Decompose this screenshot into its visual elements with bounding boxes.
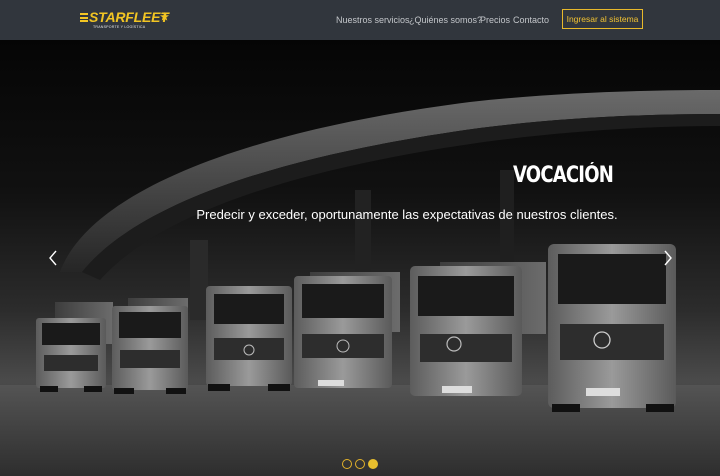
carousel-dot-2[interactable] — [355, 459, 365, 469]
nav-link-contacto[interactable]: Contacto — [513, 14, 549, 26]
slide-caption: Predecir y exceder, oportunamente las ex… — [196, 207, 618, 222]
nav-link-quienes-somos[interactable]: ¿Quiénes somos? — [409, 14, 482, 26]
hero-background-image — [0, 90, 720, 476]
carousel-dot-3[interactable] — [368, 459, 378, 469]
carousel-dot-1[interactable] — [342, 459, 352, 469]
brand-name: STARFLEET — [89, 9, 169, 25]
login-button[interactable]: Ingresar al sistema — [562, 9, 643, 29]
chevron-right-icon[interactable] — [661, 248, 675, 268]
slide-title: VOCACIÓN — [512, 163, 614, 188]
brand-logo[interactable]: STARFLEET TRANSPORTE Y LOGÍSTICA — [80, 9, 172, 32]
nav-link-servicios[interactable]: Nuestros servicios — [336, 14, 410, 26]
nav-link-precios[interactable]: Precios — [480, 14, 510, 26]
chevron-left-icon[interactable] — [46, 248, 60, 268]
top-navbar: STARFLEET TRANSPORTE Y LOGÍSTICA Nuestro… — [0, 0, 720, 40]
speed-lines-icon — [80, 13, 88, 22]
hero-carousel: VOCACIÓN Predecir y exceder, oportunamen… — [0, 40, 720, 476]
star-icon — [160, 12, 169, 21]
brand-tagline: TRANSPORTE Y LOGÍSTICA — [93, 25, 146, 29]
